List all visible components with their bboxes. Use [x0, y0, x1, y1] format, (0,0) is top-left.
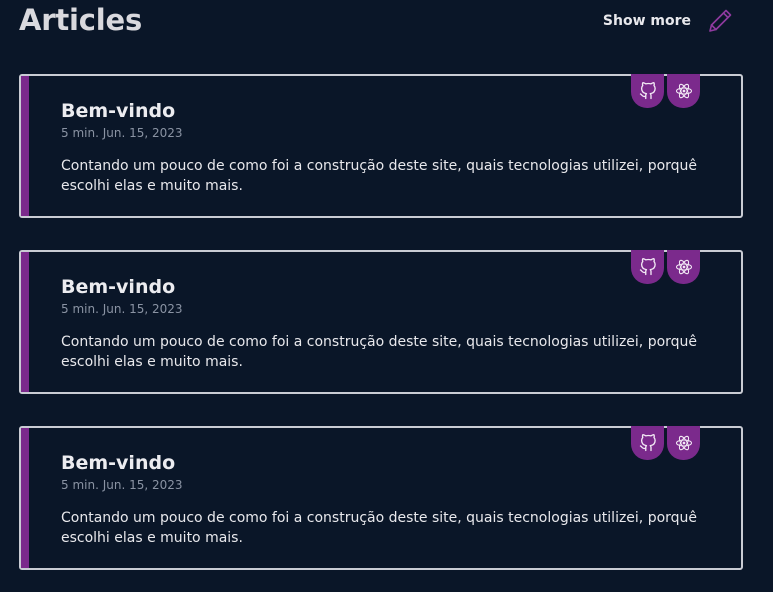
article-meta: 5 min. Jun. 15, 2023 [61, 302, 183, 316]
react-badge[interactable] [667, 250, 700, 284]
article-description: Contando um pouco de como foi a construç… [61, 334, 698, 370]
github-icon [639, 258, 657, 276]
react-icon [675, 258, 693, 276]
react-badge[interactable] [667, 74, 700, 108]
articles-page: Articles Show more Bem-vindo 5 min. Jun.… [0, 0, 773, 592]
github-badge[interactable] [631, 250, 664, 284]
page-title: Articles [19, 3, 143, 37]
react-icon [675, 82, 693, 100]
react-icon [675, 434, 693, 452]
article-description: Contando um pouco de como foi a construç… [61, 510, 698, 546]
article-title: Bem-vindo [61, 452, 176, 474]
article-meta: 5 min. Jun. 15, 2023 [61, 126, 183, 140]
github-icon [639, 434, 657, 452]
tech-badges [631, 74, 700, 108]
card-accent-bar [21, 252, 29, 392]
react-badge[interactable] [667, 426, 700, 460]
card-accent-bar [21, 428, 29, 568]
article-title: Bem-vindo [61, 100, 176, 122]
show-more-label: Show more [602, 13, 691, 29]
tech-badges [631, 250, 700, 284]
show-more-link[interactable]: Show more [603, 8, 733, 34]
article-card[interactable]: Bem-vindo 5 min. Jun. 15, 2023 Contando … [19, 250, 743, 394]
card-accent-bar [21, 76, 29, 216]
github-icon [639, 82, 657, 100]
article-card[interactable]: Bem-vindo 5 min. Jun. 15, 2023 Contando … [19, 74, 743, 218]
article-title: Bem-vindo [61, 276, 176, 298]
tech-badges [631, 426, 700, 460]
article-card[interactable]: Bem-vindo 5 min. Jun. 15, 2023 Contando … [19, 426, 743, 570]
github-badge[interactable] [631, 426, 664, 460]
pencil-icon [707, 8, 733, 34]
article-description: Contando um pouco de como foi a construç… [61, 158, 698, 194]
articles-header: Articles Show more [19, 0, 743, 46]
article-meta: 5 min. Jun. 15, 2023 [61, 478, 183, 492]
github-badge[interactable] [631, 74, 664, 108]
